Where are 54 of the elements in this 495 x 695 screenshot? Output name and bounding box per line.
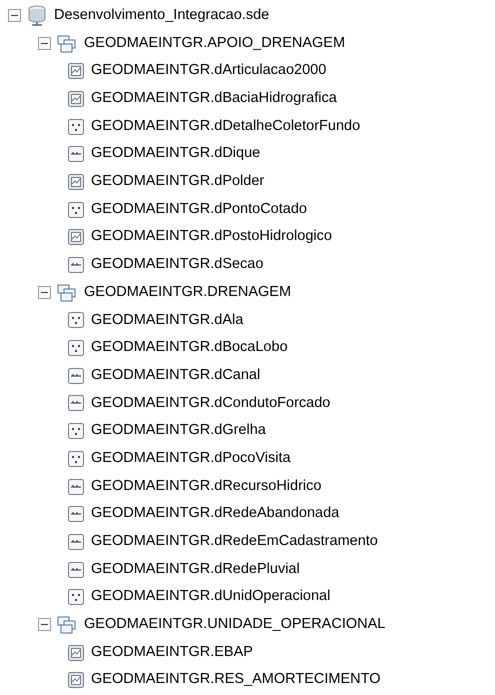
polygon-layer-icon [68, 229, 84, 246]
tree-item[interactable]: GEODMAEINTGR.dArticulacao2000 [91, 60, 326, 82]
collapse-icon[interactable] [38, 37, 51, 50]
tree-item[interactable]: GEODMAEINTGR.dPontoCotado [91, 198, 307, 221]
polygon-layer-icon [68, 644, 84, 661]
tree-item[interactable]: GEODMAEINTGR.dDique [91, 143, 260, 166]
tree-item[interactable]: GEODMAEINTGR.dCondutoForcado [91, 392, 330, 414]
tree-item[interactable]: GEODMAEINTGR.dBocaLobo [91, 337, 288, 359]
tree-item[interactable]: GEODMAEINTGR.dGrelha [91, 420, 266, 442]
line-layer-icon [68, 506, 84, 522]
tree-item[interactable]: GEODMAEINTGR.dAla [91, 310, 244, 332]
tree-item[interactable]: GEODMAEINTGR.dBaciaHidrografica [91, 88, 337, 110]
tree-item[interactable]: GEODMAEINTGR.dSecao [91, 254, 264, 276]
tree-item[interactable]: GEODMAEINTGR.UNIDADE_OPERACIONAL [84, 614, 386, 636]
point-layer-icon [68, 202, 84, 218]
polygon-layer-icon [68, 90, 84, 107]
tree-item[interactable]: Desenvolvimento_Integracao.sde [54, 4, 270, 27]
stacked-windows-icon [57, 616, 77, 634]
line-layer-icon [68, 146, 84, 162]
point-layer-icon [68, 423, 84, 440]
polygon-layer-icon [68, 672, 84, 688]
collapse-icon[interactable] [8, 9, 21, 22]
tree-item[interactable]: GEODMAEINTGR.EBAP [91, 642, 253, 664]
collapse-icon[interactable] [38, 618, 51, 632]
point-layer-icon [68, 450, 84, 467]
tree-item[interactable]: GEODMAEINTGR.dCanal [91, 364, 260, 387]
tree-item[interactable]: GEODMAEINTGR.APOIO_DRENAGEM [84, 32, 346, 54]
line-layer-icon [68, 368, 84, 384]
tree-item[interactable]: GEODMAEINTGR.dPocoVisita [91, 448, 291, 470]
tree-item[interactable]: GEODMAEINTGR.dDetalheColetorFundo [91, 116, 360, 138]
tree-item[interactable]: GEODMAEINTGR.dUnidOperacional [91, 586, 330, 608]
stacked-windows-icon [57, 34, 77, 53]
point-layer-icon [68, 589, 84, 606]
tree-item[interactable]: GEODMAEINTGR.dPostoHidrologico [91, 226, 332, 248]
point-layer-icon [68, 118, 84, 135]
tree-item[interactable]: GEODMAEINTGR.dRedePluvial [91, 558, 300, 580]
tree-item[interactable]: GEODMAEINTGR.dRedeEmCadastramento [91, 531, 378, 553]
polygon-layer-icon [68, 174, 84, 190]
collapse-icon[interactable] [38, 286, 51, 300]
line-layer-icon [68, 395, 84, 412]
tree-item[interactable]: GEODMAEINTGR.RES_AMORTECIMENTO [91, 669, 380, 692]
tree-item[interactable]: GEODMAEINTGR.dPolder [91, 171, 264, 193]
polygon-layer-icon [68, 63, 84, 80]
stacked-windows-icon [57, 284, 77, 302]
line-layer-icon [68, 562, 84, 578]
line-layer-icon [68, 478, 84, 495]
tree-item[interactable]: GEODMAEINTGR.DRENAGEM [84, 282, 292, 304]
line-layer-icon [68, 257, 84, 274]
point-layer-icon [68, 312, 84, 328]
point-layer-icon [68, 340, 84, 356]
tree-item[interactable]: GEODMAEINTGR.dRecursoHidrico [91, 476, 322, 498]
tree-item[interactable]: GEODMAEINTGR.dRedeAbandonada [91, 503, 340, 526]
database-icon [27, 4, 47, 27]
line-layer-icon [68, 534, 84, 550]
